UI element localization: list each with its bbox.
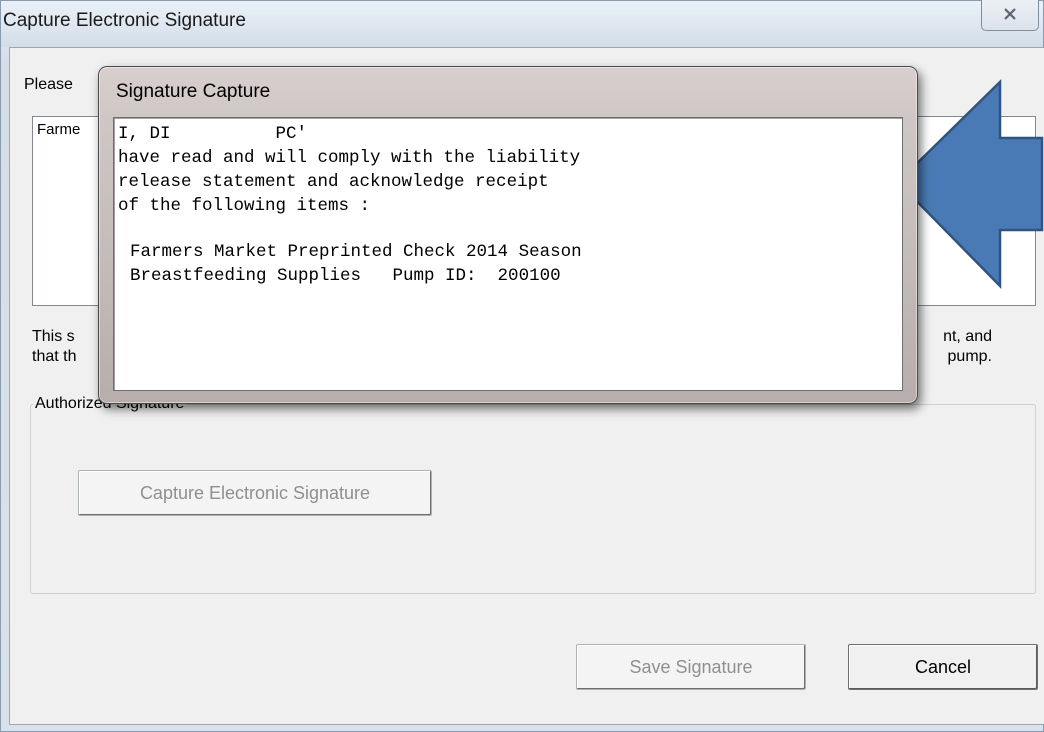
statement-line-2-start: that th <box>32 348 77 365</box>
statement-item-breastfeeding-supplies: Breastfeeding Supplies Pump ID: 200100 <box>130 266 561 286</box>
title-bar: Capture Electronic Signature <box>1 0 1043 47</box>
signature-capture-title: Signature Capture <box>116 81 271 102</box>
statement-line-release: release statement and acknowledge receip… <box>118 172 549 192</box>
statement-line-2-end: pump. <box>947 348 992 365</box>
instruction-text: Please <box>24 76 73 93</box>
statement-line-name: I, DI PC' <box>118 124 308 144</box>
window-title: Capture Electronic Signature <box>3 10 246 31</box>
statement-item-farmers-market: Farmers Market Preprinted Check 2014 Sea… <box>130 242 582 262</box>
statement-line-1-end: nt, and <box>943 328 992 345</box>
statement-line-comply: have read and will comply with the liabi… <box>118 148 581 168</box>
signature-statement-textbox[interactable]: I, DI PC' have read and will comply with… <box>113 117 903 391</box>
save-signature-button[interactable]: Save Signature <box>576 644 806 690</box>
items-list-text: Farme <box>37 121 81 138</box>
statement-line-1-start: This s <box>32 328 75 345</box>
statement-line-items-header: of the following items : <box>118 196 371 216</box>
signature-capture-popup: Signature Capture I, DI PC' have read an… <box>98 66 918 404</box>
capture-electronic-signature-button[interactable]: Capture Electronic Signature <box>78 470 432 516</box>
close-icon <box>1004 7 1016 20</box>
cancel-button[interactable]: Cancel <box>848 644 1038 690</box>
close-button[interactable] <box>981 0 1039 31</box>
left-arrow-icon <box>896 79 1044 290</box>
